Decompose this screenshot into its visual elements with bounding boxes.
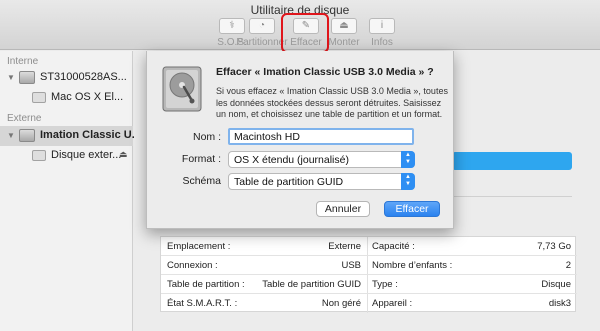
table-row: État S.M.A.R.T. : Non géré Appareil : di…	[161, 294, 577, 313]
usb-disk-icon	[19, 129, 35, 142]
info-key: Connexion :	[167, 260, 218, 271]
cancel-button[interactable]: Annuler	[316, 201, 370, 217]
volume-icon	[32, 92, 46, 103]
erase-confirm-button[interactable]: Effacer	[384, 201, 440, 217]
info-value: USB	[341, 260, 361, 271]
info-value: 2	[565, 260, 571, 271]
table-row: Emplacement : Externe Capacité : 7,73 Go	[161, 237, 577, 256]
info-key: État S.M.A.R.T. :	[167, 298, 238, 309]
hard-disk-icon	[19, 71, 35, 84]
info-value: Table de partition GUID	[262, 279, 361, 290]
sidebar-item-label: Imation Classic U...	[40, 129, 141, 141]
chevron-updown-icon: ▲ ▼	[401, 173, 415, 190]
sidebar-item-mac-volume[interactable]: Mac OS X El...	[0, 88, 133, 108]
info-key: Type :	[372, 279, 398, 290]
sidebar: Interne ▼ ST31000528AS... Mac OS X El...…	[0, 51, 141, 331]
sidebar-item-label: Disque exter...	[51, 149, 122, 161]
info-key: Appareil :	[372, 298, 413, 309]
info-button[interactable]: i Infos	[352, 18, 412, 48]
disk-utility-window: Utilitaire de disque ⚕ S.O.S. ◔ Partitio…	[0, 0, 600, 331]
info-key: Table de partition :	[167, 279, 245, 290]
sidebar-item-label: Mac OS X El...	[51, 91, 124, 103]
disclosure-triangle-icon[interactable]: ▼	[7, 73, 15, 82]
hard-drive-icon	[162, 66, 202, 112]
disk-info-table: Emplacement : Externe Capacité : 7,73 Go…	[160, 236, 577, 313]
dialog-title: Effacer « Imation Classic USB 3.0 Media …	[216, 66, 434, 78]
info-key: Capacité :	[372, 241, 415, 252]
sidebar-section-internal: Interne	[7, 56, 39, 67]
format-label: Format :	[181, 153, 221, 165]
info-value: Non géré	[321, 298, 361, 309]
sidebar-item-external-volume[interactable]: Disque exter... ⏏	[0, 146, 133, 166]
sidebar-item-label: ST31000528AS...	[40, 71, 127, 83]
info-value: 7,73 Go	[537, 241, 571, 252]
divider	[452, 196, 572, 197]
scheme-select[interactable]: Table de partition GUID ▲ ▼	[228, 173, 415, 190]
info-value: disk3	[548, 298, 571, 309]
sidebar-section-external: Externe	[7, 113, 42, 124]
disclosure-triangle-icon[interactable]: ▼	[7, 131, 15, 140]
format-select[interactable]: OS X étendu (journalisé) ▲ ▼	[228, 151, 415, 168]
name-label: Nom :	[192, 131, 221, 143]
name-input[interactable]: Macintosh HD	[228, 128, 414, 145]
eject-icon[interactable]: ⏏	[119, 149, 128, 160]
chevron-updown-icon: ▲ ▼	[401, 151, 415, 168]
info-key: Nombre d’enfants :	[372, 260, 453, 271]
pie-chart-icon: ◔	[249, 18, 275, 34]
scheme-label: Schéma	[182, 175, 221, 187]
erase-highlight-annotation	[281, 13, 329, 53]
info-value: Disque	[541, 279, 571, 290]
format-value: OS X étendu (journalisé)	[234, 154, 349, 166]
info-icon: i	[369, 18, 395, 34]
table-row: Table de partition : Table de partition …	[161, 275, 577, 294]
dialog-description: Si vous effacez « Imation Classic USB 3.…	[216, 86, 448, 119]
info-key: Emplacement :	[167, 241, 231, 252]
capacity-bar	[452, 152, 572, 170]
volume-icon	[32, 150, 46, 161]
info-label: Infos	[371, 37, 393, 48]
toolbar: Utilitaire de disque ⚕ S.O.S. ◔ Partitio…	[0, 0, 600, 53]
info-value: Externe	[328, 241, 361, 252]
sidebar-item-internal-disk[interactable]: ▼ ST31000528AS...	[0, 68, 133, 88]
table-row: Connexion : USB Nombre d’enfants : 2	[161, 256, 577, 275]
sidebar-item-imation[interactable]: ▼ Imation Classic U...	[0, 126, 141, 146]
scheme-value: Table de partition GUID	[234, 176, 344, 188]
erase-dialog: Effacer « Imation Classic USB 3.0 Media …	[146, 51, 454, 229]
